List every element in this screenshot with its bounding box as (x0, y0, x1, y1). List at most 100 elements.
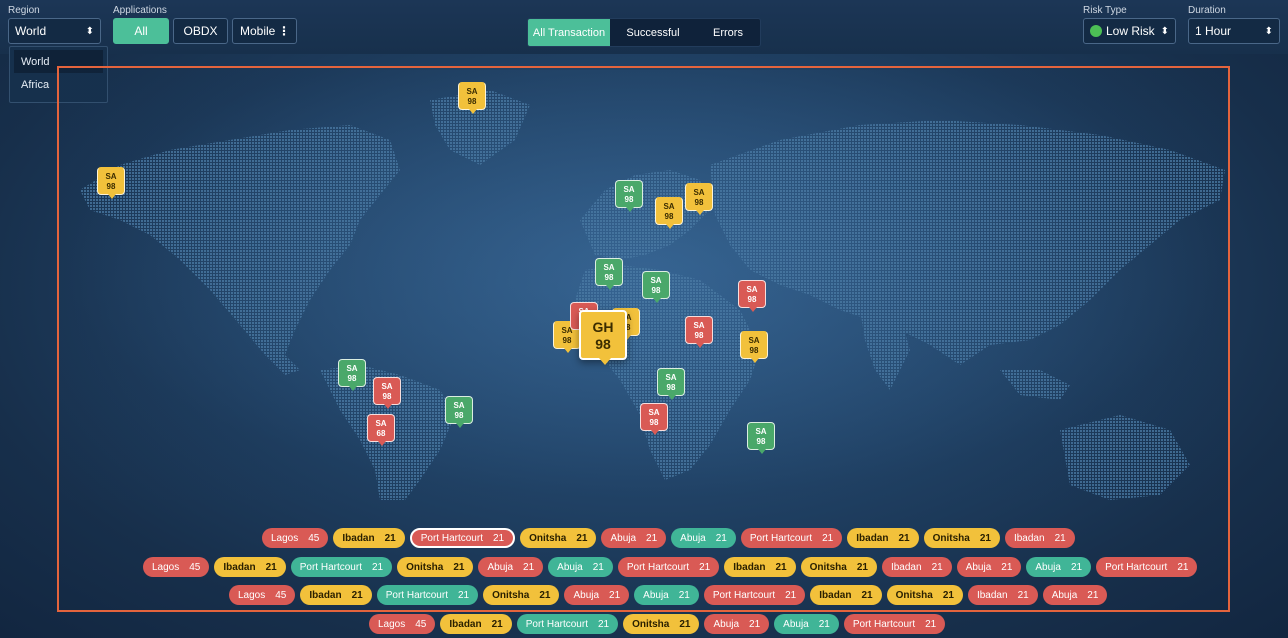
city-chip[interactable]: Port Hartcourt 21 (376, 585, 479, 605)
city-chip[interactable]: Ibadan 21 (214, 557, 286, 577)
city-chip[interactable]: Port Hartcourt 21 (617, 557, 720, 577)
app-mobile-button[interactable]: Mobile ⋮ (232, 18, 297, 44)
city-chip[interactable]: Port Hartcourt 21 (516, 614, 619, 634)
duration-select[interactable]: 1 Hour ⬍ (1188, 18, 1280, 44)
city-chip[interactable]: Onitsha 21 (923, 528, 1000, 548)
location-marker[interactable]: SA98 (595, 258, 623, 290)
city-chip[interactable]: Port Hartcourt 21 (409, 528, 516, 548)
city-chip[interactable]: Onitsha 21 (623, 614, 700, 634)
city-count: 21 (609, 589, 621, 601)
city-chip[interactable]: Abuja 21 (1026, 557, 1092, 577)
city-chip[interactable]: Ibadan 21 (333, 528, 405, 548)
risk-type-label: Risk Type (1083, 5, 1127, 16)
city-chip[interactable]: Lagos 45 (262, 528, 329, 548)
city-count: 21 (942, 589, 954, 601)
city-chip[interactable]: Lagos 45 (369, 614, 436, 634)
marker-value: 98 (624, 195, 634, 204)
marker-value: 98 (382, 392, 392, 401)
city-chip[interactable]: Abuja 21 (634, 585, 699, 605)
location-marker[interactable]: SA98 (445, 396, 473, 428)
city-chip[interactable]: Abuja 21 (478, 557, 544, 577)
city-chip[interactable]: Abuja 21 (1042, 585, 1108, 605)
location-marker[interactable]: SA98 (642, 271, 670, 303)
location-marker[interactable]: SA98 (373, 377, 401, 409)
highlighted-location-marker[interactable]: GH 98 (579, 310, 627, 365)
city-chip[interactable]: Port Hartcourt 21 (740, 528, 843, 548)
app-mobile-label: Mobile (240, 24, 276, 38)
region-select[interactable]: World ⬍ (8, 18, 101, 44)
city-chip[interactable]: Port Hartcourt 21 (1096, 557, 1198, 577)
city-chip[interactable]: Onitsha 21 (800, 557, 877, 577)
marker-code: SA (623, 185, 635, 194)
marker-code: SA (453, 401, 465, 410)
marker-code: SA (755, 427, 767, 436)
city-chip[interactable]: Abuja 21 (704, 614, 770, 634)
location-marker[interactable]: SA98 (685, 183, 713, 215)
city-chip[interactable]: Abuja 21 (548, 557, 613, 577)
location-marker[interactable]: SA 68 (367, 414, 395, 446)
app-obdx-button[interactable]: OBDX (173, 18, 228, 44)
location-marker[interactable]: SA98 (740, 331, 768, 363)
duration-label: Duration (1188, 5, 1226, 16)
city-chip[interactable]: Abuja 21 (601, 528, 667, 548)
city-chip[interactable]: Ibadan 21 (1004, 528, 1075, 548)
city-chip[interactable]: Ibadan 21 (724, 557, 796, 577)
location-marker[interactable]: SA98 (97, 167, 125, 199)
city-name: Lagos (378, 618, 406, 630)
app-all-button[interactable]: All (113, 18, 169, 44)
city-chip[interactable]: Port Hartcourt 21 (703, 585, 806, 605)
marker-code: SA (665, 373, 677, 382)
city-chip[interactable]: Onitsha 21 (520, 528, 597, 548)
marker-value: 98 (649, 418, 659, 427)
marker-value: 98 (595, 336, 611, 352)
city-count: 21 (861, 589, 873, 601)
city-name: Abuja (713, 618, 740, 630)
location-marker[interactable]: SA98 (640, 403, 668, 435)
tab-successful[interactable]: Successful (610, 19, 696, 46)
tab-errors[interactable]: Errors (696, 19, 760, 46)
city-chip[interactable]: Abuja 21 (564, 585, 630, 605)
city-chip[interactable]: Lagos 45 (143, 557, 210, 577)
city-chip[interactable]: Ibadan 21 (881, 557, 952, 577)
location-marker[interactable]: SA98 (338, 359, 366, 391)
city-chip[interactable]: Ibadan 21 (847, 528, 919, 548)
city-name: Onitsha (529, 532, 567, 544)
city-count: 21 (384, 532, 396, 544)
location-marker[interactable]: SA98 (738, 280, 766, 312)
city-name: Port Hartcourt (525, 618, 588, 630)
city-count: 21 (898, 532, 910, 544)
city-name: Abuja (573, 589, 600, 601)
location-marker[interactable]: SA98 (458, 82, 486, 114)
location-marker[interactable]: SA98 (655, 197, 683, 229)
tab-all-transaction[interactable]: All Transaction (528, 19, 610, 46)
risk-type-value: Low Risk (1106, 24, 1155, 38)
city-chip[interactable]: Ibadan 21 (967, 585, 1038, 605)
city-count: 21 (818, 618, 830, 630)
city-name: Onitsha (406, 561, 444, 573)
city-chip[interactable]: Ibadan 21 (810, 585, 882, 605)
city-chip[interactable]: Abuja 21 (956, 557, 1022, 577)
city-name: Port Hartcourt (1105, 561, 1168, 573)
city-chip-row: Lagos 45 Ibadan 21 Port Hartcourt 21 Onitsha 21… (369, 614, 946, 634)
location-marker[interactable]: SA98 (747, 422, 775, 454)
city-name: Abuja (965, 561, 992, 573)
city-chip[interactable]: Onitsha 21 (397, 557, 474, 577)
marker-value: 98 (756, 437, 766, 446)
location-marker[interactable]: SA98 (657, 368, 685, 400)
transaction-tabs: All Transaction Successful Errors (527, 18, 761, 47)
city-chip[interactable]: Port Hartcourt 21 (843, 614, 946, 634)
city-chip[interactable]: Ibadan 21 (440, 614, 512, 634)
city-chip[interactable]: Onitsha 21 (483, 585, 560, 605)
city-chip[interactable]: Onitsha 21 (886, 585, 963, 605)
city-chip[interactable]: Lagos 45 (229, 585, 296, 605)
location-marker[interactable]: SA98 (685, 316, 713, 348)
city-chip[interactable]: Ibadan 21 (300, 585, 372, 605)
city-chip[interactable]: Abuja 21 (671, 528, 736, 548)
city-chip[interactable]: Port Hartcourt 21 (290, 557, 393, 577)
city-name: Ibadan (976, 589, 1008, 601)
risk-type-select[interactable]: Low Risk ⬍ (1083, 18, 1176, 44)
city-name: Abuja (680, 532, 706, 544)
location-marker[interactable]: SA98 (615, 180, 643, 212)
city-chip[interactable]: Abuja 21 (774, 614, 839, 634)
city-count: 45 (275, 589, 287, 601)
